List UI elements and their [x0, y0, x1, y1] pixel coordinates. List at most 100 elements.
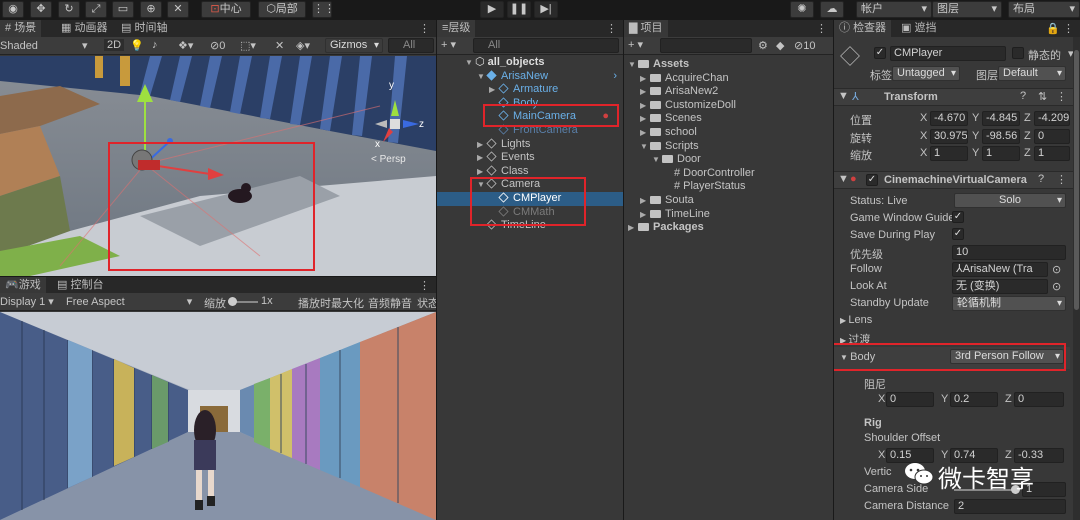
- scene-viewport[interactable]: y z x < Persp: [0, 56, 436, 276]
- move-tool-icon[interactable]: ✥: [30, 1, 52, 18]
- tab-hierarchy[interactable]: ≡层级: [437, 20, 476, 37]
- tab-game[interactable]: 🎮游戏: [0, 277, 46, 294]
- maximize-on-play-button[interactable]: 播放时最大化: [298, 295, 364, 311]
- play-button[interactable]: ▶: [480, 1, 504, 18]
- gizmos-dropdown[interactable]: Gizmos: [325, 38, 383, 53]
- inspector-scrollbar-thumb[interactable]: [1074, 50, 1079, 310]
- rotation-y-field[interactable]: -98.56: [982, 129, 1020, 144]
- tree-item-timeline-folder[interactable]: ▶ TimeLine: [624, 208, 833, 222]
- tab-animator[interactable]: ▦ 动画器: [56, 20, 112, 37]
- camera-settings-icon[interactable]: ⬚▾: [240, 39, 256, 52]
- tab-console[interactable]: ▤ 控制台: [52, 277, 108, 294]
- tree-item-door[interactable]: ▼ Door: [624, 153, 833, 167]
- filter-type-icon[interactable]: ⚙: [758, 39, 768, 52]
- component-menu-icon[interactable]: ⋮: [1056, 90, 1067, 103]
- game-window-guide-checkbox[interactable]: ✓: [952, 211, 964, 223]
- services-icon[interactable]: ✺: [790, 1, 814, 18]
- layers-dropdown[interactable]: 图层 ▾: [932, 1, 1002, 18]
- lookat-field[interactable]: 无 (变换): [952, 279, 1048, 294]
- tree-item-scripts[interactable]: ▼ Scripts: [624, 140, 833, 154]
- tree-item-events[interactable]: ▶ Events: [437, 151, 623, 165]
- tree-item-all-objects[interactable]: ▼ ⬡ all_objects: [437, 56, 623, 70]
- hierarchy-search-input[interactable]: All: [473, 38, 619, 53]
- grid-snap-icon[interactable]: ⋮⋮: [312, 1, 335, 18]
- tree-item-arisanew2[interactable]: ▶ ArisaNew2: [624, 85, 833, 99]
- vcam-enabled-checkbox[interactable]: ✓: [866, 174, 878, 186]
- stats-button[interactable]: 状态: [417, 295, 436, 311]
- solo-button[interactable]: Solo: [954, 193, 1066, 208]
- preset-icon[interactable]: ⇅: [1038, 90, 1047, 103]
- layer-dropdown[interactable]: Default: [998, 66, 1066, 81]
- transform-tool-icon[interactable]: ⊕: [140, 1, 162, 18]
- custom-tool-icon[interactable]: ✕: [167, 1, 189, 18]
- vcam-header[interactable]: ▼ ● ✓ CinemachineVirtualCamera ? ⋮: [834, 171, 1080, 189]
- pivot-local-button[interactable]: ⬡局部: [258, 1, 306, 18]
- panel-menu-icon[interactable]: ⋮: [1063, 22, 1074, 35]
- scene-search-input[interactable]: All: [388, 38, 434, 53]
- scale-x-field[interactable]: 1: [930, 146, 968, 161]
- tree-item-scenes[interactable]: ▶ Scenes: [624, 112, 833, 126]
- position-z-field[interactable]: -4.209: [1034, 111, 1070, 126]
- scale-z-field[interactable]: 1: [1034, 146, 1070, 161]
- save-during-play-checkbox[interactable]: ✓: [952, 228, 964, 240]
- tree-item-acquirechan[interactable]: ▶ AcquireChan: [624, 72, 833, 86]
- damping-x-field[interactable]: 0: [886, 392, 934, 407]
- damping-z-field[interactable]: 0: [1014, 392, 1064, 407]
- rotation-z-field[interactable]: 0: [1034, 129, 1070, 144]
- object-name-input[interactable]: CMPlayer: [890, 46, 1006, 61]
- effects-icon[interactable]: ❖▾: [178, 39, 193, 52]
- tree-item-playerstatus[interactable]: # PlayerStatus: [624, 180, 833, 194]
- tab-timeline[interactable]: ▤ 时间轴: [116, 20, 172, 37]
- active-checkbox[interactable]: ✓: [874, 47, 886, 59]
- tab-inspector[interactable]: ⓘ 检查器: [834, 20, 892, 37]
- add-object-button[interactable]: + ▾: [441, 38, 456, 51]
- shading-dropdown[interactable]: Shaded ▾: [0, 39, 87, 52]
- transform-header[interactable]: ▼ ⅄ Transform ? ⇅ ⋮: [834, 88, 1080, 106]
- mode-2d-button[interactable]: 2D: [104, 39, 125, 51]
- collab-icon[interactable]: ☁: [820, 1, 844, 18]
- project-search-input[interactable]: [660, 38, 752, 53]
- tools-icon[interactable]: ✕: [275, 39, 284, 52]
- camera-distance-field[interactable]: 2: [954, 499, 1066, 514]
- tree-item-souta[interactable]: ▶ Souta: [624, 194, 833, 208]
- help-icon[interactable]: ?: [1038, 173, 1044, 185]
- panel-menu-icon[interactable]: ⋮: [419, 279, 430, 292]
- position-x-field[interactable]: -4.670: [930, 111, 968, 126]
- position-y-field[interactable]: -4.845: [982, 111, 1020, 126]
- tree-item-school[interactable]: ▶ school: [624, 126, 833, 140]
- create-asset-button[interactable]: + ▾: [628, 38, 643, 51]
- account-dropdown[interactable]: 帐户 ▾: [856, 1, 932, 18]
- pivot-center-button[interactable]: ⊡中心: [201, 1, 251, 18]
- aspect-dropdown[interactable]: Free Aspect ▾: [66, 295, 192, 308]
- damping-y-field[interactable]: 0.2: [950, 392, 998, 407]
- rotate-tool-icon[interactable]: ↻: [58, 1, 80, 18]
- display-dropdown[interactable]: Display 1 ▾: [0, 295, 54, 308]
- tree-item-packages[interactable]: ▶ Packages: [624, 221, 833, 235]
- object-picker-icon[interactable]: ⊙: [1052, 280, 1061, 293]
- panel-menu-icon[interactable]: ⋮: [606, 22, 617, 35]
- lens-foldout[interactable]: ▶ Lens: [840, 314, 872, 326]
- view-tool-icon[interactable]: ◉: [2, 1, 24, 18]
- tree-item-assets[interactable]: ▼ Assets: [624, 58, 833, 72]
- tree-item-armature[interactable]: ▶ Armature: [437, 83, 623, 97]
- scale-y-field[interactable]: 1: [982, 146, 1020, 161]
- game-viewport[interactable]: [0, 312, 436, 520]
- projection-label[interactable]: < Persp: [371, 154, 406, 165]
- rotation-x-field[interactable]: 30.975: [930, 129, 968, 144]
- help-icon[interactable]: ?: [1020, 90, 1026, 102]
- tree-item-customizedoll[interactable]: ▶ CustomizeDoll: [624, 99, 833, 113]
- standby-dropdown[interactable]: 轮循机制: [952, 296, 1066, 311]
- panel-menu-icon[interactable]: ⋮: [419, 22, 430, 35]
- tree-item-arisanew[interactable]: ▼ ArisaNew ›: [437, 70, 623, 84]
- component-menu-icon[interactable]: ⋮: [1056, 173, 1067, 186]
- tag-dropdown[interactable]: Untagged: [892, 66, 960, 81]
- static-checkbox[interactable]: [1012, 47, 1024, 59]
- follow-field[interactable]: ⅄ArisaNew (Tra: [952, 262, 1048, 277]
- tab-scene[interactable]: # 场景: [0, 20, 42, 37]
- layout-dropdown[interactable]: 布局 ▾: [1008, 1, 1080, 18]
- visibility-icon[interactable]: ⊘0: [210, 39, 225, 52]
- visibility-icon[interactable]: ⊘10: [794, 39, 815, 52]
- audio-icon[interactable]: ♪: [152, 39, 158, 51]
- lighting-icon[interactable]: 💡: [130, 39, 144, 52]
- tree-item-doorcontroller[interactable]: # DoorController: [624, 167, 833, 181]
